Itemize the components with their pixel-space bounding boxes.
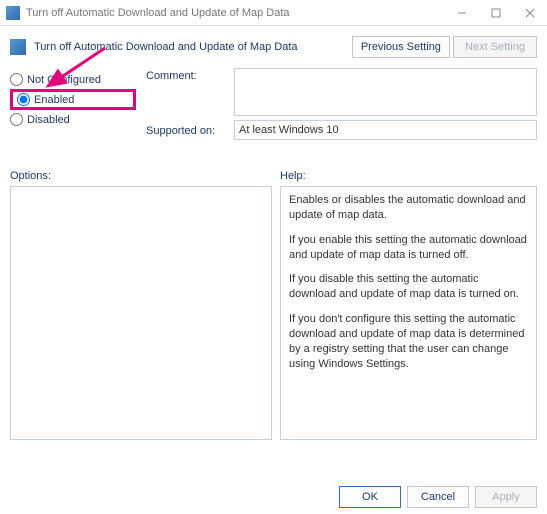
minimize-button[interactable] (445, 0, 479, 26)
header-nav: Previous Setting Next Setting (352, 36, 537, 58)
cancel-button[interactable]: Cancel (407, 486, 469, 508)
comment-label: Comment: (146, 68, 226, 82)
supported-value-text: At least Windows 10 (239, 124, 339, 136)
help-paragraph: If you enable this setting the automatic… (289, 233, 528, 263)
close-button[interactable] (513, 0, 547, 26)
enabled-highlight: Enabled (10, 89, 136, 110)
dialog-footer: OK Cancel Apply (339, 486, 537, 508)
supported-label: Supported on: (146, 123, 226, 137)
header: Turn off Automatic Download and Update o… (0, 26, 547, 62)
radio-not-configured-label: Not Configured (27, 74, 101, 86)
fields-column: Comment: Supported on: At least Windows … (146, 68, 537, 140)
window-title: Turn off Automatic Download and Update o… (26, 7, 290, 19)
policy-title: Turn off Automatic Download and Update o… (34, 41, 298, 53)
options-box (10, 186, 272, 440)
config-area: Not Configured Enabled Disabled Comment:… (0, 62, 547, 150)
radio-enabled-input[interactable] (17, 93, 30, 106)
content-boxes: Enables or disables the automatic downlo… (0, 186, 547, 440)
title-bar: Turn off Automatic Download and Update o… (0, 0, 547, 26)
state-radios: Not Configured Enabled Disabled (10, 68, 136, 140)
radio-not-configured-input[interactable] (10, 73, 23, 86)
app-icon (6, 6, 20, 20)
radio-disabled-input[interactable] (10, 113, 23, 126)
section-labels: Options: Help: (0, 150, 547, 186)
help-paragraph: If you disable this setting the automati… (289, 272, 528, 302)
radio-enabled[interactable]: Enabled (17, 93, 74, 106)
apply-button: Apply (475, 486, 537, 508)
radio-not-configured[interactable]: Not Configured (10, 73, 136, 86)
previous-setting-button[interactable]: Previous Setting (352, 36, 450, 58)
header-left: Turn off Automatic Download and Update o… (10, 39, 298, 55)
supported-value: At least Windows 10 (234, 120, 537, 140)
radio-disabled[interactable]: Disabled (10, 113, 136, 126)
supported-row: Supported on: At least Windows 10 (146, 120, 537, 140)
ok-button[interactable]: OK (339, 486, 401, 508)
radio-disabled-label: Disabled (27, 114, 70, 126)
maximize-button[interactable] (479, 0, 513, 26)
policy-icon (10, 39, 26, 55)
options-label: Options: (10, 170, 280, 182)
help-paragraph: Enables or disables the automatic downlo… (289, 193, 528, 223)
comment-input[interactable] (234, 68, 537, 116)
next-setting-button: Next Setting (453, 36, 537, 58)
help-label: Help: (280, 170, 537, 182)
radio-enabled-label: Enabled (34, 94, 74, 106)
comment-row: Comment: (146, 68, 537, 116)
window-buttons (445, 0, 547, 26)
help-paragraph: If you don't configure this setting the … (289, 312, 528, 371)
help-box: Enables or disables the automatic downlo… (280, 186, 537, 440)
